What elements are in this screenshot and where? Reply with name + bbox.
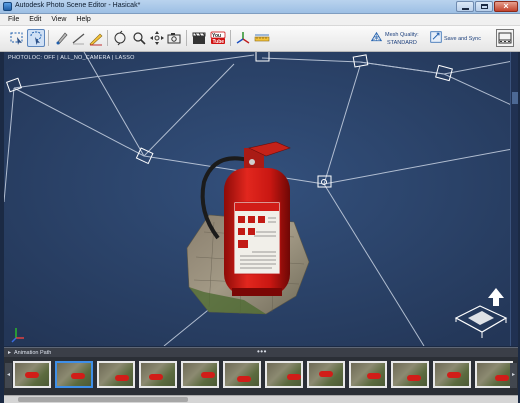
filmstrip-frame[interactable] bbox=[13, 361, 51, 388]
mesh-quality-label: Mesh Quality: bbox=[385, 32, 419, 38]
mesh-quality-button[interactable]: Mesh Quality: STANDARD bbox=[370, 29, 422, 49]
toolbar-separator bbox=[107, 30, 108, 46]
frame-extinguisher bbox=[407, 375, 421, 381]
filmstrip-frame[interactable] bbox=[307, 361, 345, 388]
viewport-scrollbar[interactable] bbox=[510, 52, 518, 346]
filmstrip-frame[interactable] bbox=[97, 361, 135, 388]
ruler-pencil-icon bbox=[89, 33, 103, 46]
scene-viewport[interactable]: PHOTOLOC: OFF | ALL_NO_CAMERA | LASSO bbox=[4, 52, 518, 346]
animation-path-header[interactable]: ▸ Animation Path ••• bbox=[4, 347, 518, 357]
expand-arrow-icon[interactable]: ▸ bbox=[8, 349, 11, 356]
scale-button[interactable] bbox=[253, 29, 271, 47]
maximize-button[interactable] bbox=[475, 1, 493, 12]
pan-button[interactable] bbox=[148, 29, 166, 47]
frame-extinguisher bbox=[319, 371, 333, 377]
menu-file[interactable]: File bbox=[4, 14, 25, 25]
frame-extinguisher bbox=[367, 373, 381, 379]
measure-tool-button[interactable] bbox=[87, 29, 105, 47]
title-bar: Autodesk Photo Scene Editor - Hasicak* × bbox=[0, 0, 520, 14]
frame-extinguisher bbox=[237, 376, 251, 382]
toolbar-separator bbox=[186, 30, 187, 46]
toolbar-separator bbox=[48, 30, 49, 46]
axis-icon bbox=[236, 32, 250, 44]
brush-icon bbox=[72, 33, 85, 45]
menu-help[interactable]: Help bbox=[72, 14, 96, 25]
filmstrip-frame[interactable] bbox=[349, 361, 387, 388]
toolbar: You Tube Mesh Quality: STANDARD Save and … bbox=[0, 26, 520, 52]
frame-extinguisher bbox=[447, 372, 461, 378]
scrollbar-thumb[interactable] bbox=[18, 397, 188, 402]
filmstrip-frame[interactable] bbox=[223, 361, 261, 388]
zoom-button[interactable] bbox=[130, 29, 148, 47]
sync-icon bbox=[430, 31, 442, 43]
frame-extinguisher bbox=[149, 374, 163, 380]
filmstrip-frame[interactable] bbox=[391, 361, 429, 388]
app-icon bbox=[3, 2, 12, 11]
toolbar-separator bbox=[230, 30, 231, 46]
filmstrip-frame[interactable] bbox=[475, 361, 513, 388]
filmstrip-scrollbar[interactable] bbox=[4, 395, 518, 403]
orbit-icon bbox=[114, 30, 126, 46]
frame-extinguisher bbox=[71, 373, 85, 379]
rect-select-icon bbox=[10, 32, 23, 45]
close-button[interactable]: × bbox=[494, 1, 518, 12]
menu-edit[interactable]: Edit bbox=[25, 14, 47, 25]
filmstrip-toggle-button[interactable] bbox=[496, 29, 514, 47]
frame-list bbox=[13, 361, 513, 388]
point-tool-button[interactable] bbox=[53, 29, 71, 47]
minimize-button[interactable] bbox=[456, 1, 474, 12]
orbit-button[interactable] bbox=[111, 29, 129, 47]
filmstrip-frame[interactable] bbox=[55, 361, 93, 388]
frame-extinguisher bbox=[201, 372, 215, 378]
minimize-icon bbox=[462, 8, 469, 10]
menu-view[interactable]: View bbox=[47, 14, 72, 25]
frame-extinguisher bbox=[25, 372, 39, 378]
animation-path-label: Animation Path bbox=[14, 349, 52, 356]
scroll-right-button[interactable]: ▸ bbox=[510, 363, 517, 388]
mesh-quality-value: STANDARD bbox=[387, 40, 417, 46]
lasso-icon bbox=[30, 31, 42, 45]
filmstrip-frame[interactable] bbox=[139, 361, 177, 388]
create-movie-button[interactable] bbox=[190, 29, 208, 47]
mesh-icon bbox=[370, 31, 383, 42]
lasso-select-button[interactable] bbox=[27, 29, 45, 47]
scroll-left-button[interactable]: ◂ bbox=[5, 363, 12, 388]
filmstrip-frame[interactable] bbox=[265, 361, 303, 388]
svg-text:Tube: Tube bbox=[213, 39, 225, 45]
frame-photo bbox=[225, 363, 259, 386]
clapperboard-icon bbox=[192, 32, 206, 44]
camera-button[interactable] bbox=[165, 29, 183, 47]
scrollbar-thumb[interactable] bbox=[512, 92, 518, 104]
youtube-button[interactable]: You Tube bbox=[209, 29, 227, 47]
frame-extinguisher bbox=[115, 375, 129, 381]
filmstrip-frame[interactable] bbox=[181, 361, 219, 388]
save-and-sync-label: Save and Sync bbox=[444, 36, 481, 42]
close-icon: × bbox=[503, 1, 509, 11]
scale-ruler-icon bbox=[254, 34, 270, 42]
window-title: Autodesk Photo Scene Editor - Hasicak* bbox=[15, 2, 141, 9]
film-panel-icon bbox=[498, 32, 512, 44]
youtube-icon: YouTube bbox=[210, 31, 226, 45]
pencil-icon bbox=[56, 32, 68, 45]
camera-icon bbox=[167, 33, 181, 44]
pan-arrows-icon bbox=[150, 31, 164, 45]
frame-extinguisher bbox=[287, 374, 301, 380]
animation-filmstrip: ◂ ▸ bbox=[4, 357, 518, 395]
window-controls: × bbox=[456, 1, 518, 12]
menu-bar: File Edit View Help bbox=[0, 14, 520, 26]
viewport-status-text: PHOTOLOC: OFF | ALL_NO_CAMERA | LASSO bbox=[8, 55, 135, 61]
zoom-icon bbox=[133, 32, 146, 45]
select-tool-button[interactable] bbox=[8, 29, 26, 47]
save-and-sync-button[interactable]: Save and Sync bbox=[430, 29, 486, 49]
axis-button[interactable] bbox=[234, 29, 252, 47]
frame-extinguisher bbox=[495, 375, 509, 381]
maximize-icon bbox=[481, 4, 488, 9]
filmstrip-frame[interactable] bbox=[433, 361, 471, 388]
line-tool-button[interactable] bbox=[70, 29, 88, 47]
grip-handle-icon[interactable]: ••• bbox=[257, 347, 267, 356]
scene-canvas[interactable] bbox=[4, 52, 518, 346]
